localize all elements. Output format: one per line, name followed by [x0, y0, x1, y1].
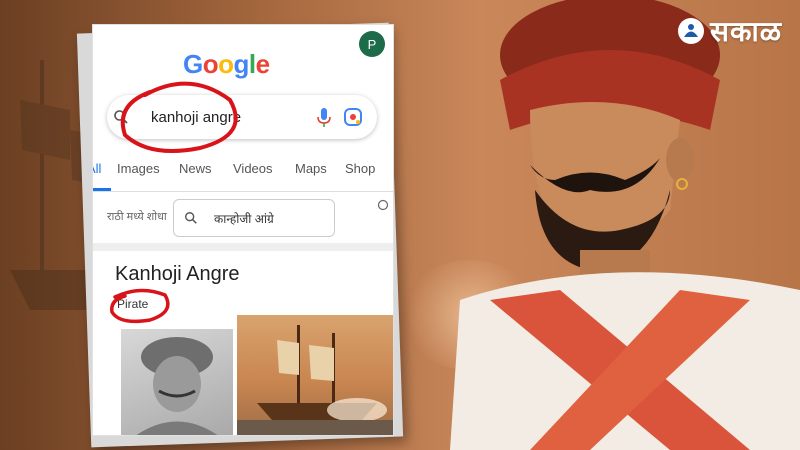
- language-suggestion-chip[interactable]: कान्होजी आंग्रे: [173, 199, 335, 237]
- tab-news[interactable]: News: [179, 161, 212, 176]
- tab-videos[interactable]: Videos: [233, 161, 273, 176]
- chip-label: कान्होजी आंग्रे: [214, 211, 274, 226]
- tab-all[interactable]: All: [93, 161, 101, 176]
- tab-maps[interactable]: Maps: [295, 161, 327, 176]
- google-logo-letter: o: [218, 49, 234, 79]
- google-logo-letter: e: [255, 49, 270, 79]
- google-logo-letter: l: [248, 49, 256, 79]
- search-icon: [185, 212, 197, 224]
- avatar[interactable]: P: [359, 31, 385, 57]
- knowledge-panel-title: Kanhoji Angre: [115, 263, 240, 285]
- search-tabs: All Images News Videos Maps Shop: [93, 151, 393, 192]
- language-suggestion-row: राठी मध्ये शोधा कान्होजी आंग्रे: [93, 193, 393, 243]
- ship-painting-image[interactable]: [237, 315, 393, 435]
- google-logo: Google: [183, 49, 270, 80]
- google-logo-letter: G: [183, 49, 203, 79]
- microphone-icon[interactable]: [315, 107, 333, 129]
- avatar-letter: P: [367, 36, 377, 52]
- tab-images[interactable]: Images: [117, 161, 160, 176]
- google-logo-letter: o: [202, 49, 219, 79]
- knowledge-panel-subtitle: Pirate: [117, 297, 149, 311]
- tab-shop[interactable]: Shop: [345, 161, 375, 176]
- google-lens-icon[interactable]: [343, 107, 363, 127]
- portrait-image[interactable]: [121, 329, 233, 435]
- section-divider: [93, 243, 393, 251]
- google-logo-letter: g: [233, 49, 250, 79]
- active-tab-indicator: [93, 188, 111, 191]
- search-icon: [114, 110, 128, 124]
- language-prompt: राठी मध्ये शोधा: [107, 211, 167, 223]
- warrior-illustration: [450, 0, 800, 450]
- search-input[interactable]: kanhoji angre: [151, 109, 241, 126]
- brand-logo: सकाळ: [678, 12, 782, 50]
- search-bar[interactable]: kanhoji angre: [107, 95, 377, 139]
- brand-name: सकाळ: [710, 15, 782, 48]
- history-icon[interactable]: [377, 199, 389, 211]
- lotus-icon: [678, 18, 705, 44]
- google-screenshot-card: Google P kanhoji angre All Images News V…: [92, 24, 394, 436]
